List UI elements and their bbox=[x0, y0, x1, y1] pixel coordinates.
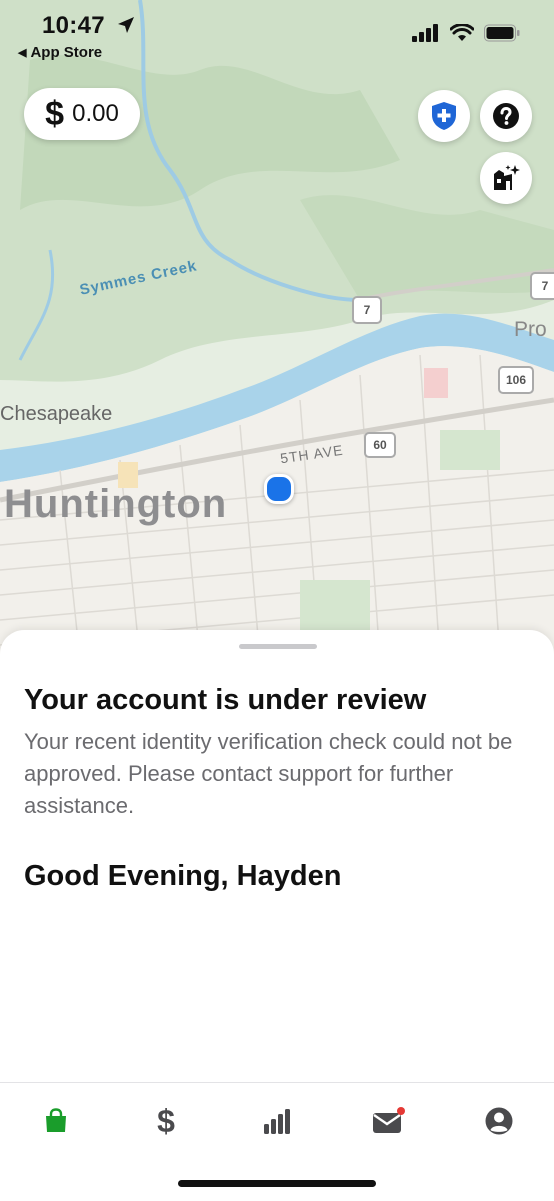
map-style-button[interactable] bbox=[480, 152, 532, 204]
map-label-chesapeake: Chesapeake bbox=[0, 403, 113, 425]
sheet-drag-handle[interactable] bbox=[239, 644, 317, 649]
user-location-dot bbox=[264, 474, 294, 504]
shield-plus-icon bbox=[432, 102, 456, 130]
wifi-icon bbox=[450, 24, 474, 41]
help-button[interactable] bbox=[480, 90, 532, 142]
map-label-partial: Pro bbox=[514, 318, 547, 341]
dollar-icon: $ bbox=[157, 1103, 175, 1139]
tab-earnings[interactable]: $ bbox=[146, 1101, 186, 1141]
tab-ratings[interactable] bbox=[257, 1101, 297, 1141]
status-time: 10:47 bbox=[42, 12, 105, 39]
home-indicator bbox=[178, 1180, 376, 1187]
bar-chart-icon bbox=[264, 1109, 290, 1134]
route-shield: 7 bbox=[352, 296, 382, 324]
tab-inbox[interactable] bbox=[368, 1101, 408, 1141]
balance-amount: 0.00 bbox=[72, 100, 119, 127]
tab-shop[interactable] bbox=[36, 1101, 76, 1141]
safety-shield-button[interactable] bbox=[418, 90, 470, 142]
notification-badge bbox=[397, 1107, 405, 1115]
back-to-app-store-link[interactable]: ◀ App Store bbox=[18, 44, 102, 61]
map-label-huntington: Huntington bbox=[4, 482, 228, 526]
shopping-bag-icon bbox=[46, 1108, 66, 1132]
location-arrow-icon bbox=[118, 17, 134, 33]
route-shield: 60 bbox=[364, 432, 396, 458]
back-triangle-icon: ◀ bbox=[18, 47, 27, 59]
review-message: Your recent identity verification check … bbox=[24, 729, 513, 818]
back-app-label: App Store bbox=[30, 44, 103, 61]
battery-icon bbox=[484, 24, 520, 42]
status-icons bbox=[412, 24, 520, 42]
route-shield: 7 bbox=[530, 272, 554, 300]
greeting-text: Good Evening, Hayden bbox=[24, 860, 342, 892]
mail-icon bbox=[373, 1107, 405, 1133]
review-title: Your account is under review bbox=[24, 684, 427, 716]
bottom-sheet[interactable]: Your account is under review Your recent… bbox=[0, 630, 554, 1085]
question-mark-icon bbox=[493, 103, 519, 129]
cellular-signal-icon bbox=[412, 24, 438, 42]
route-shield: 106 bbox=[498, 366, 534, 394]
dollar-icon: $ bbox=[45, 95, 65, 133]
sparkle-storefront-icon bbox=[494, 165, 520, 190]
balance-button[interactable]: $ 0.00 bbox=[24, 88, 140, 140]
tab-account[interactable] bbox=[479, 1101, 519, 1141]
profile-icon bbox=[485, 1107, 513, 1135]
